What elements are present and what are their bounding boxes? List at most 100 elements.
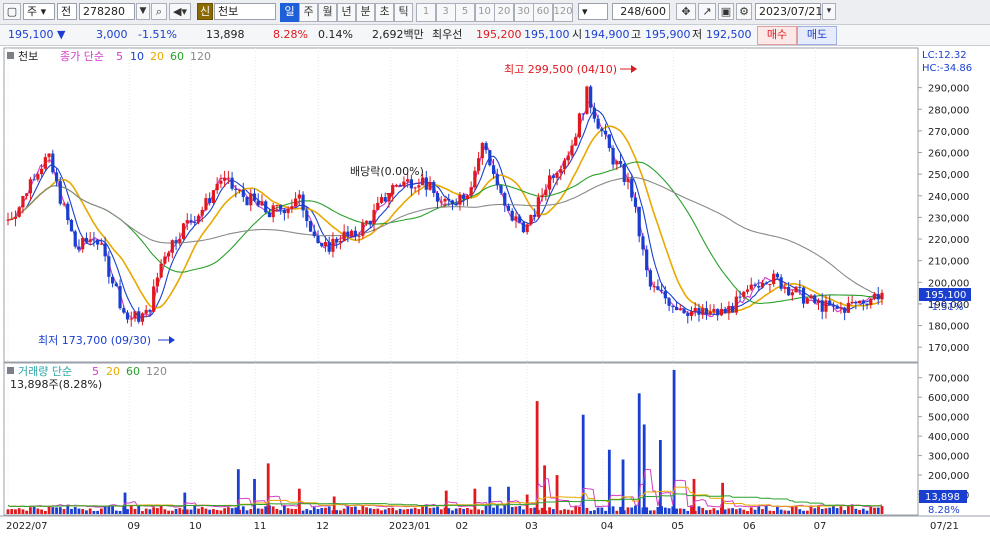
candle-body [499, 185, 503, 193]
chevron-down-icon[interactable]: ▼ [136, 3, 150, 20]
panel-menu-icon[interactable] [7, 52, 14, 59]
candle-body [159, 263, 163, 278]
period-tab-2[interactable]: 월 [318, 3, 337, 22]
candle-body [551, 175, 555, 178]
candle-body [140, 313, 145, 322]
volume-bar [88, 508, 92, 514]
candle-body [749, 284, 753, 290]
interval-custom-select[interactable]: ▾ [578, 3, 608, 20]
speaker-icon[interactable]: ◀▾ [169, 3, 191, 20]
volume-bar [761, 509, 764, 514]
candle-body [406, 179, 410, 182]
save-icon[interactable]: ▣ [718, 3, 734, 20]
candle-body [432, 181, 436, 194]
volume-bar [208, 509, 212, 514]
volume-bar [824, 508, 828, 514]
stock-name-field[interactable]: 천보 [214, 3, 276, 20]
candle-body [428, 181, 432, 190]
volume-bar [197, 508, 200, 514]
volume-bar [454, 508, 458, 514]
candle-body [92, 239, 96, 241]
candle-body [604, 130, 608, 135]
volume-bar [215, 509, 219, 514]
candle-body [226, 177, 230, 179]
volume-bar [118, 510, 122, 514]
market-select[interactable]: 주 ▾ [23, 3, 55, 20]
volume-bar [32, 506, 36, 514]
volume-bar [764, 505, 768, 514]
candle-body [301, 194, 305, 211]
code-input[interactable]: 278280 [79, 3, 135, 20]
volume-bar [174, 508, 178, 514]
volume-bar [477, 509, 481, 514]
volume-bar [522, 509, 525, 514]
volume-bar [368, 508, 372, 514]
volume-bar [77, 508, 81, 514]
volume-bar [10, 509, 14, 514]
interval-button-60[interactable]: 60 [533, 3, 553, 22]
interval-button-120[interactable]: 120 [552, 3, 573, 22]
candle-body [264, 201, 268, 213]
draw-icon[interactable]: ↗ [698, 3, 716, 20]
settings-icon[interactable]: ⚙ [736, 3, 752, 20]
volume-bar [249, 509, 253, 514]
period-tab-0[interactable]: 일 [280, 3, 299, 22]
sell-button[interactable]: 매도 [797, 26, 837, 45]
volume-bar [492, 507, 495, 514]
type-select[interactable]: 전 [57, 3, 77, 20]
date-field[interactable]: 2023/07/21 [755, 3, 822, 20]
volume-bar [17, 508, 21, 514]
interval-button-30[interactable]: 30 [513, 3, 534, 22]
interval-button-10[interactable]: 10 [474, 3, 495, 22]
candle-body [290, 206, 294, 210]
search-icon[interactable]: ⌕ [151, 3, 167, 20]
period-tab-6[interactable]: 틱 [394, 3, 413, 22]
candle-body [857, 300, 862, 304]
candle-body [872, 294, 877, 299]
candle-body [357, 235, 361, 237]
panel-menu-icon[interactable] [7, 367, 14, 374]
new-badge: 신 [197, 3, 213, 20]
count-field[interactable]: 248/600 [612, 3, 670, 20]
candle-body [577, 113, 582, 138]
candle-body [409, 179, 413, 189]
tools-icon[interactable]: ✥ [676, 3, 696, 20]
volume-bar [543, 465, 546, 514]
current-volume-tag: 13,898 [925, 492, 960, 503]
candle-body [880, 292, 884, 300]
candle-body [368, 220, 372, 225]
period-tab-5[interactable]: 초 [375, 3, 394, 22]
volume-bar [236, 469, 240, 514]
period-tab-4[interactable]: 분 [356, 3, 375, 22]
candle-body [753, 284, 757, 287]
candle-body [335, 238, 339, 243]
interval-button-1[interactable]: 1 [416, 3, 436, 22]
interval-button-20[interactable]: 20 [494, 3, 514, 22]
window-icon[interactable]: ▢ [3, 3, 21, 20]
candle-body [200, 209, 204, 216]
volume-bar [103, 506, 107, 514]
candle-body [211, 190, 216, 203]
candle-body [536, 197, 540, 217]
date-tick-label: 11 [254, 521, 267, 532]
candle-body [671, 305, 675, 307]
buy-button[interactable]: 매수 [757, 26, 797, 45]
candle-body [249, 193, 253, 206]
volume-bar [290, 508, 294, 514]
volume-bar [361, 505, 365, 514]
candle-body [495, 174, 499, 186]
volume-bar [682, 508, 686, 514]
candle-body [305, 210, 309, 222]
interval-button-3[interactable]: 3 [435, 3, 456, 22]
period-tab-1[interactable]: 주 [299, 3, 318, 22]
date-tick-label: 02 [456, 521, 469, 532]
volume-bar [204, 508, 208, 514]
volume-bar [271, 506, 275, 514]
period-tab-3[interactable]: 년 [337, 3, 356, 22]
volume-bar [350, 506, 354, 514]
interval-button-5[interactable]: 5 [455, 3, 475, 22]
volume-bar [55, 507, 58, 514]
calendar-icon[interactable]: ▾ [822, 3, 836, 20]
candle-body [783, 286, 787, 289]
stock-chart[interactable]: 290,000 280,000 270,000 260,000 250,000 240,0… [0, 46, 990, 539]
